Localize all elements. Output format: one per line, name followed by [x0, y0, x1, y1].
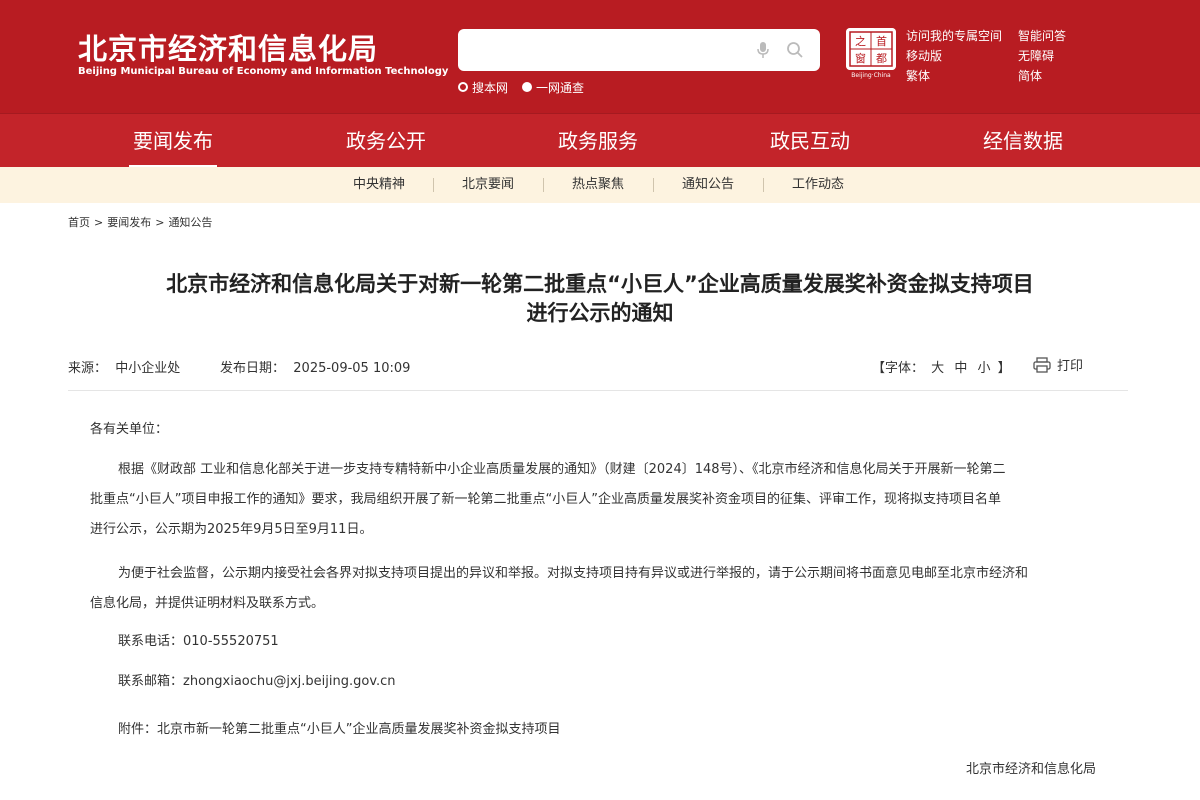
- font-size-label: 【字体：: [872, 361, 925, 376]
- header-links-left: 访问我的专属空间 移动版 繁体: [906, 26, 1002, 86]
- paragraph-1-line-1: 根据《财政部 工业和信息化部关于进一步支持专精特新中小企业高质量发展的通知》（财…: [118, 462, 1006, 477]
- capital-window-seal[interactable]: 之 首 窗 都 Beijing·China: [846, 28, 896, 80]
- search-scope-all[interactable]: 一网通查: [522, 79, 584, 96]
- link-traditional-chinese[interactable]: 繁体: [906, 66, 1002, 86]
- search-scope-group: 搜本网 一网通查: [458, 79, 598, 95]
- main-nav: 要闻发布 政务公开 政务服务 政民互动 经信数据: [0, 113, 1200, 168]
- print-label: 打印: [1057, 359, 1084, 374]
- article-date: 发布日期： 2025-09-05 10:09: [220, 357, 410, 376]
- article-title: 北京市经济和信息化局关于对新一轮第二批重点“小巨人”企业高质量发展奖补资金拟支持…: [60, 270, 1140, 328]
- link-accessibility[interactable]: 无障碍: [1018, 46, 1066, 66]
- breadcrumb-separator: >: [94, 216, 104, 229]
- search-scope-all-label: 一网通查: [536, 80, 585, 95]
- printer-icon: [1033, 356, 1051, 373]
- seal-char: 窗: [855, 51, 866, 65]
- search-input[interactable]: [470, 37, 740, 63]
- site-logo-title[interactable]: 北京市经济和信息化局: [78, 26, 378, 68]
- radio-unselected-icon: [458, 82, 468, 92]
- contact-email: 联系邮箱：zhongxiaochu@jxj.beijing.gov.cn: [118, 674, 396, 689]
- meta-divider: [68, 390, 1128, 391]
- article-title-line2: 进行公示的通知: [526, 301, 674, 325]
- sub-nav-divider: [653, 178, 654, 192]
- salutation: 各有关单位：: [90, 422, 169, 437]
- breadcrumb-separator: >: [155, 216, 165, 229]
- capital-window-logo-icon: 之 首 窗 都: [846, 28, 896, 70]
- seal-char: 都: [876, 52, 887, 65]
- contact-phone: 联系电话：010-55520751: [118, 634, 279, 649]
- source-label: 来源：: [68, 361, 108, 376]
- sub-nav-item-work-updates[interactable]: 工作动态: [778, 167, 858, 203]
- breadcrumb-news[interactable]: 要闻发布: [107, 216, 151, 229]
- font-size-close: 】: [997, 361, 1011, 376]
- main-nav-item-disclosure[interactable]: 政务公开: [326, 114, 446, 168]
- print-button[interactable]: 打印: [1033, 355, 1083, 374]
- article-title-line1: 北京市经济和信息化局关于对新一轮第二批重点“小巨人”企业高质量发展奖补资金拟支持…: [166, 272, 1034, 296]
- font-size-large[interactable]: 大: [931, 361, 944, 376]
- breadcrumb-notices[interactable]: 通知公告: [168, 216, 212, 229]
- search-icon[interactable]: [786, 41, 804, 59]
- paragraph-2-line-2: 信息化局，并提供证明材料及联系方式。: [90, 596, 325, 611]
- sub-nav-item-notices[interactable]: 通知公告: [668, 167, 748, 203]
- header-links-right: 智能问答 无障碍 简体: [1018, 26, 1066, 86]
- main-nav-item-services[interactable]: 政务服务: [538, 114, 658, 168]
- site-header: 北京市经济和信息化局 Beijing Municipal Bureau of E…: [0, 0, 1200, 113]
- breadcrumb: 首页 > 要闻发布 > 通知公告: [68, 214, 212, 230]
- signature: 北京市经济和信息化局: [966, 762, 1097, 777]
- sub-nav-divider: [543, 178, 544, 192]
- sub-nav: 中央精神 北京要闻 热点聚焦 通知公告 工作动态: [0, 167, 1200, 203]
- link-personal-space[interactable]: 访问我的专属空间: [906, 26, 1002, 46]
- sub-nav-item-beijing-news[interactable]: 北京要闻: [448, 167, 528, 203]
- radio-selected-icon: [522, 82, 533, 92]
- font-size-medium[interactable]: 中: [954, 361, 967, 376]
- paragraph-1-line-2: 批重点“小巨人”项目申报工作的通知》要求，我局组织开展了新一轮第二批重点“小巨人…: [90, 492, 1001, 507]
- font-size-switcher: 【字体： 大 中 小 】: [872, 357, 1011, 376]
- paragraph-1-line-3: 进行公示，公示期为2025年9月5日至9月11日。: [90, 522, 373, 537]
- site-logo-subtitle: Beijing Municipal Bureau of Economy and …: [78, 66, 449, 77]
- seal-char: 首: [876, 34, 887, 48]
- font-size-small[interactable]: 小: [977, 361, 990, 376]
- sub-nav-divider: [433, 178, 434, 192]
- paragraph-2-line-1: 为便于社会监督，公示期内接受社会各界对拟支持项目提出的异议和举报。对拟支持项目持…: [118, 566, 1029, 581]
- microphone-icon[interactable]: [755, 41, 771, 59]
- attachment-link[interactable]: 附件：北京市新一轮第二批重点“小巨人”企业高质量发展奖补资金拟支持项目: [118, 716, 560, 744]
- link-simplified-chinese[interactable]: 简体: [1018, 66, 1066, 86]
- sub-nav-divider: [763, 178, 764, 192]
- breadcrumb-home[interactable]: 首页: [68, 216, 90, 229]
- sub-nav-item-central[interactable]: 中央精神: [339, 167, 419, 203]
- source-value: 中小企业处: [115, 361, 181, 376]
- date-label: 发布日期：: [220, 361, 286, 376]
- link-mobile-version[interactable]: 移动版: [906, 46, 1002, 66]
- link-smart-qa[interactable]: 智能问答: [1018, 26, 1066, 46]
- seal-caption: Beijing·China: [851, 72, 891, 79]
- seal-char: 之: [855, 34, 866, 48]
- search-scope-site[interactable]: 搜本网: [458, 79, 508, 96]
- main-nav-item-news[interactable]: 要闻发布: [113, 114, 233, 168]
- main-nav-item-data[interactable]: 经信数据: [963, 114, 1083, 168]
- date-value: 2025-09-05 10:09: [293, 361, 411, 376]
- search-scope-site-label: 搜本网: [472, 80, 509, 95]
- sub-nav-item-hot-topics[interactable]: 热点聚焦: [558, 167, 638, 203]
- article-source: 来源： 中小企业处: [68, 357, 180, 376]
- main-nav-item-interaction[interactable]: 政民互动: [750, 114, 870, 168]
